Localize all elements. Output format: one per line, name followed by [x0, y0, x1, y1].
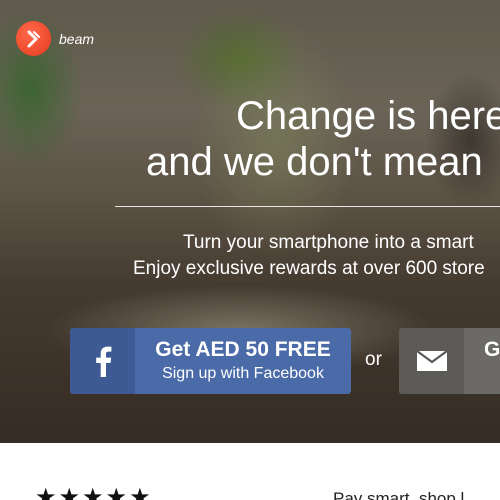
beam-logo-icon	[16, 21, 51, 56]
logo-wordmark: beam	[59, 30, 95, 47]
facebook-button-main-label: Get AED 50 FREE	[155, 338, 331, 361]
headline-line-2: and we don't mean	[146, 140, 483, 184]
email-button-label: G	[484, 338, 500, 361]
hero-section: beam Change is here and we don't mean Tu…	[0, 0, 500, 443]
rating-stars: ★★★★★	[35, 483, 153, 500]
hero-headline: Change is here and we don't mean	[0, 93, 500, 193]
below-fold-section: ★★★★★ Pay smart, shop l	[0, 443, 500, 500]
facebook-button-text: Get AED 50 FREE Sign up with Facebook	[135, 328, 351, 394]
email-signup-button[interactable]: G	[399, 328, 500, 394]
facebook-button-sub-label: Sign up with Facebook	[162, 365, 324, 382]
headline-line-1: Change is here	[236, 94, 500, 138]
subtext-line-1: Turn your smartphone into a smart	[183, 232, 474, 253]
hero-divider	[115, 206, 500, 207]
beam-logo[interactable]: beam	[16, 21, 94, 56]
hero-subtext: Turn your smartphone into a smart Enjoy …	[0, 230, 500, 284]
envelope-icon	[399, 328, 464, 394]
section-teaser-text: Pay smart, shop l	[333, 489, 465, 500]
or-separator: or	[365, 349, 382, 370]
subtext-line-2: Enjoy exclusive rewards at over 600 stor…	[133, 258, 485, 279]
facebook-signup-button[interactable]: Get AED 50 FREE Sign up with Facebook	[70, 328, 351, 394]
facebook-icon	[70, 328, 135, 394]
